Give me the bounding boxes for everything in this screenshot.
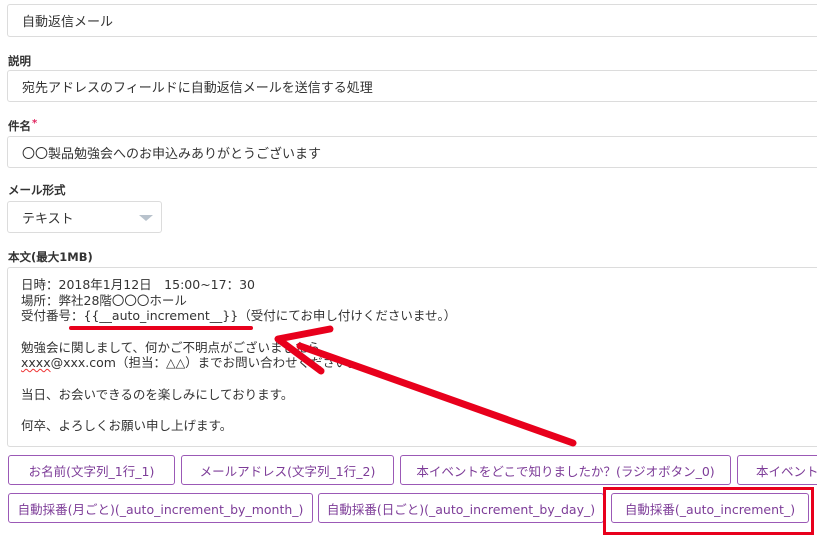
body-line: xxxx@xxx.com（担当：△△）までお問い合わせください。 — [21, 355, 817, 371]
description-input[interactable]: 宛先アドレスのフィールドに自動返信メールを送信する処理 — [7, 70, 817, 102]
chevron-down-icon — [139, 215, 153, 221]
body-line: 勉強会に関しまして、何かご不明点がございましたら — [21, 339, 321, 355]
body-textarea[interactable]: 日時：2018年1月12日 15:00~17：30 場所：弊社28階〇〇〇ホール… — [7, 267, 817, 447]
insert-name-button[interactable]: お名前(文字列_1行_1) — [8, 455, 175, 485]
description-label: 説明 — [8, 54, 31, 68]
insert-email-button[interactable]: メールアドレス(文字列_1行_2) — [181, 455, 394, 485]
body-line: 受付番号：{{__auto_increment__}}（受付にてお申し付けくださ… — [21, 308, 457, 323]
body-line: 何卒、よろしくお願い申し上げます。 — [21, 418, 233, 433]
insert-auto-increment-day-button[interactable]: 自動採番(日ごと)(_auto_increment_by_day_) — [318, 493, 604, 523]
name-value: 自動返信メール — [22, 15, 114, 30]
body-line: 日時：2018年1月12日 15:00~17：30 — [21, 277, 255, 292]
subject-input[interactable]: 〇〇製品勉強会へのお申込みありがとうございます — [7, 136, 817, 168]
mail-format-label: メール形式 — [8, 183, 66, 197]
insert-radio-button[interactable]: 本イベントをどこで知りましたか？(ラジオボタン_0) — [400, 455, 731, 485]
insert-auto-increment-month-button[interactable]: 自動採番(月ごと)(_auto_increment_by_month_) — [8, 493, 313, 523]
subject-value: 〇〇製品勉強会へのお申込みありがとうございます — [22, 146, 322, 162]
name-input[interactable]: 自動返信メール — [7, 4, 817, 37]
spellcheck-word: xxxx — [21, 355, 51, 370]
mail-format-select[interactable]: テキスト — [7, 201, 162, 233]
subject-label: 件名* — [8, 118, 37, 134]
body-line: 当日、お会いできるのを楽しみにしております。 — [21, 386, 294, 402]
body-line-rest: @xxx.com（担当：△△）までお問い合わせください。 — [50, 355, 361, 370]
required-marker: * — [32, 118, 38, 129]
mail-format-value: テキスト — [22, 211, 74, 227]
insert-event-button[interactable]: 本イベント — [737, 455, 817, 485]
description-value: 宛先アドレスのフィールドに自動返信メールを送信する処理 — [22, 80, 373, 96]
annotation-highlight-box — [603, 487, 814, 535]
body-line: 場所：弊社28階〇〇〇ホール — [21, 292, 187, 308]
subject-label-text: 件名 — [8, 119, 31, 133]
body-label: 本文(最大1MB) — [8, 250, 93, 264]
